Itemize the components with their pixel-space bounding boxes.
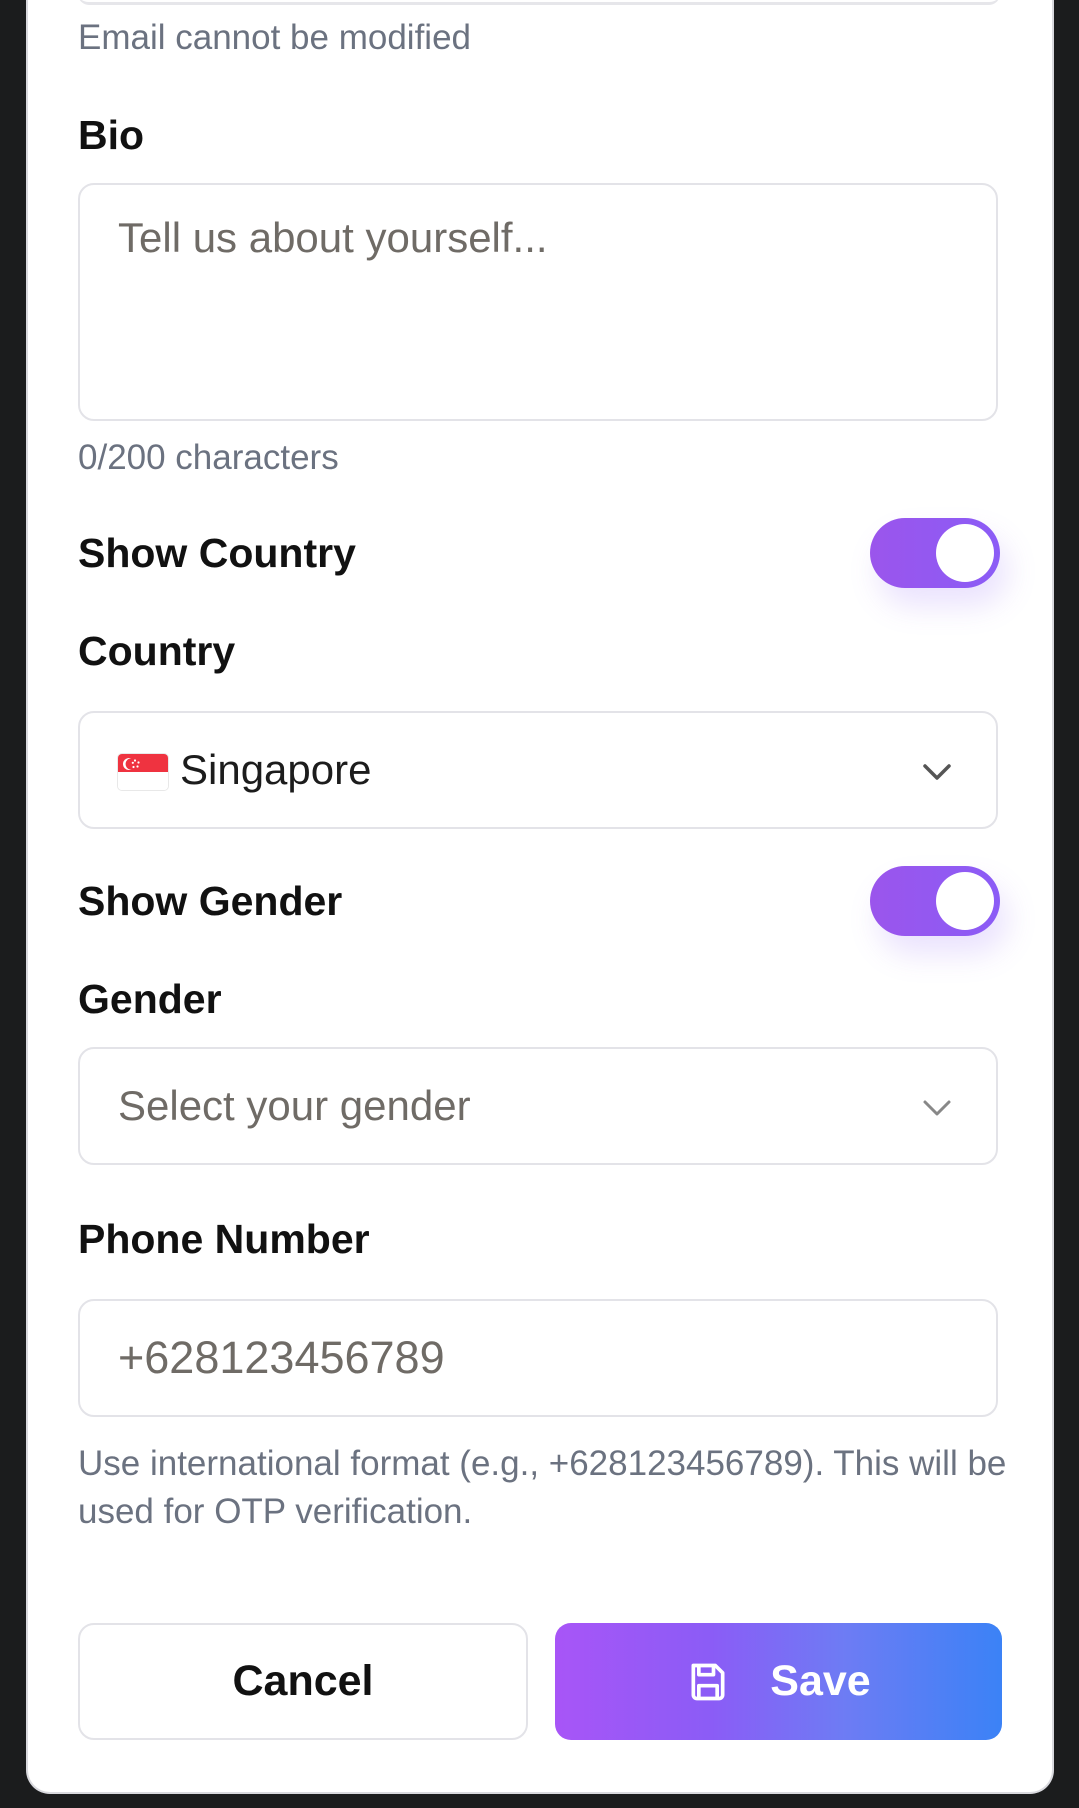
save-button-label: Save	[770, 1657, 871, 1705]
phone-label: Phone Number	[78, 1216, 370, 1262]
save-button[interactable]: Save	[555, 1623, 1002, 1740]
gender-select[interactable]: Select your gender	[78, 1047, 998, 1165]
cancel-button-label: Cancel	[232, 1657, 374, 1705]
show-country-toggle[interactable]	[870, 518, 1000, 588]
bio-textarea[interactable]: Tell us about yourself...	[78, 183, 998, 421]
cancel-button[interactable]: Cancel	[78, 1623, 528, 1740]
chevron-down-icon	[923, 1100, 951, 1116]
toggle-knob	[936, 524, 994, 582]
gender-label: Gender	[78, 976, 222, 1022]
bio-char-count: 0/200 characters	[78, 438, 339, 477]
gender-placeholder: Select your gender	[118, 1082, 471, 1129]
show-gender-label: Show Gender	[78, 878, 343, 924]
singapore-flag-icon	[118, 754, 168, 790]
country-select[interactable]: Singapore	[78, 711, 998, 829]
bio-label: Bio	[78, 112, 145, 158]
email-field	[78, 0, 1000, 5]
show-gender-toggle[interactable]	[870, 866, 1000, 936]
phone-placeholder: +628123456789	[118, 1332, 445, 1383]
phone-helper-text: Use international format (e.g., +6281234…	[78, 1444, 1007, 1531]
show-country-label: Show Country	[78, 530, 356, 576]
country-selected-value: Singapore	[180, 746, 372, 793]
email-helper-text: Email cannot be modified	[78, 18, 471, 57]
chevron-down-icon	[923, 764, 951, 780]
country-label: Country	[78, 628, 236, 674]
bio-placeholder: Tell us about yourself...	[118, 214, 548, 261]
phone-input[interactable]: +628123456789	[78, 1299, 998, 1417]
toggle-knob	[936, 872, 994, 930]
floppy-disk-icon	[691, 1663, 725, 1700]
